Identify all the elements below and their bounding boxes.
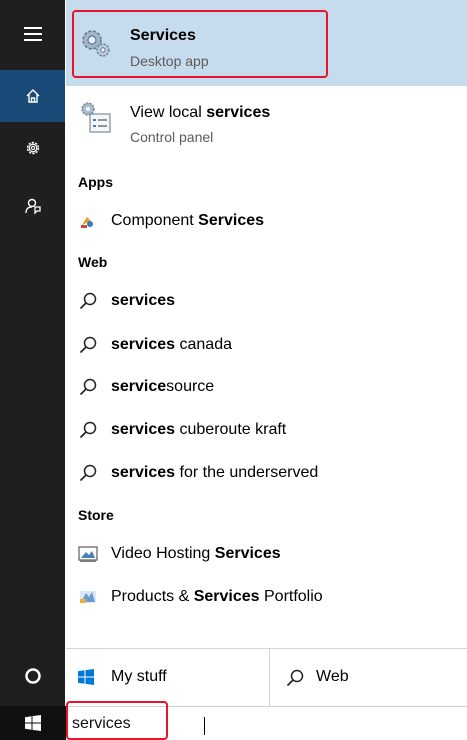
section-header-web: Web: [78, 254, 108, 270]
windows-logo-icon: [24, 715, 41, 731]
component-services-label: Component Services: [111, 212, 264, 230]
web-suggestion-1[interactable]: services: [66, 281, 467, 321]
web-suggestion-suffix: canada: [175, 336, 233, 353]
web-suggestion-label: services: [111, 292, 175, 310]
search-icon: [286, 669, 304, 687]
home-icon: [26, 89, 39, 103]
web-suggestion-3[interactable]: servicesource: [66, 367, 467, 407]
search-input[interactable]: [72, 711, 452, 737]
text-caret: [204, 717, 205, 735]
web-filter-label: Web: [316, 668, 349, 685]
web-suggestion-5[interactable]: services for the underserved: [66, 453, 467, 493]
control-panel-services-icon: [81, 102, 111, 133]
video-hosting-bold: Services: [214, 545, 281, 562]
search-filter-bar: My stuff Web: [66, 648, 467, 707]
best-match-title: Services: [130, 27, 196, 44]
products-services-suffix: Portfolio: [259, 588, 323, 605]
search-icon: [79, 336, 97, 354]
section-header-apps: Apps: [78, 174, 113, 190]
search-icon: [79, 292, 97, 310]
gear-icon: [26, 141, 39, 155]
component-services-bold: Services: [198, 212, 265, 229]
my-stuff-filter-label: My stuff: [111, 668, 167, 685]
section-header-store: Store: [78, 507, 114, 523]
local-services-subtitle: Control panel: [130, 129, 214, 145]
search-box[interactable]: [66, 706, 467, 740]
web-suggestion-4[interactable]: services cuberoute kraft: [66, 410, 467, 450]
web-suggestion-bold: services: [111, 421, 176, 438]
local-services-result[interactable]: View local services Control panel: [66, 88, 467, 160]
my-stuff-filter-button[interactable]: My stuff: [66, 649, 269, 707]
web-suggestion-label: services canada: [111, 336, 232, 354]
cortana-circle-icon: [24, 668, 41, 684]
web-suggestion-label: servicesource: [111, 378, 214, 396]
list-item-component-services[interactable]: Component Services: [66, 201, 467, 241]
search-results-panel: Services Desktop app View local services…: [66, 0, 467, 707]
products-services-label: Products & Services Portfolio: [111, 588, 323, 606]
home-button[interactable]: [0, 70, 65, 122]
local-services-title-prefix: View local: [130, 104, 207, 121]
component-services-icon: [81, 217, 93, 228]
feedback-icon: [24, 198, 41, 215]
best-match-result[interactable]: Services Desktop app: [66, 0, 467, 86]
search-icon: [79, 464, 97, 482]
web-suggestion-2[interactable]: services canada: [66, 325, 467, 365]
left-rail: [0, 0, 65, 706]
web-filter-button[interactable]: Web: [270, 649, 467, 707]
settings-button[interactable]: [0, 124, 65, 172]
web-suggestion-suffix: cuberoute kraft: [175, 421, 287, 438]
windows-logo-icon: [78, 669, 94, 685]
search-icon: [79, 421, 97, 439]
video-hosting-prefix: Video Hosting: [111, 545, 215, 562]
web-suggestion-bold: services: [111, 464, 176, 481]
best-match-subtitle: Desktop app: [130, 53, 209, 69]
store-item-video-hosting[interactable]: Video Hosting Services: [66, 534, 467, 574]
video-hosting-app-icon: [78, 546, 98, 562]
web-suggestion-label: services for the underserved: [111, 464, 318, 482]
web-suggestion-suffix: for the underserved: [175, 464, 319, 481]
web-suggestion-label: services cuberoute kraft: [111, 421, 286, 439]
feedback-button[interactable]: [0, 182, 65, 230]
component-services-prefix: Component: [111, 212, 199, 229]
cortana-button[interactable]: [0, 652, 65, 700]
products-services-bold: Services: [193, 588, 260, 605]
web-suggestion-bold: services: [111, 336, 176, 353]
hamburger-menu-icon: [23, 27, 42, 41]
local-services-title: View local services: [130, 104, 270, 122]
web-suggestion-bold: service: [111, 378, 167, 395]
products-services-prefix: Products &: [111, 588, 194, 605]
hamburger-menu-button[interactable]: [0, 10, 65, 58]
local-services-title-bold: services: [206, 104, 271, 121]
web-suggestion-bold: services: [111, 292, 176, 309]
products-portfolio-app-icon: [80, 591, 96, 603]
store-item-products-services[interactable]: Products & Services Portfolio: [66, 577, 467, 617]
web-suggestion-suffix: source: [166, 378, 215, 395]
search-icon: [79, 378, 97, 396]
video-hosting-label: Video Hosting Services: [111, 545, 281, 563]
start-button[interactable]: [0, 706, 65, 740]
services-gear-icon: [82, 30, 110, 57]
